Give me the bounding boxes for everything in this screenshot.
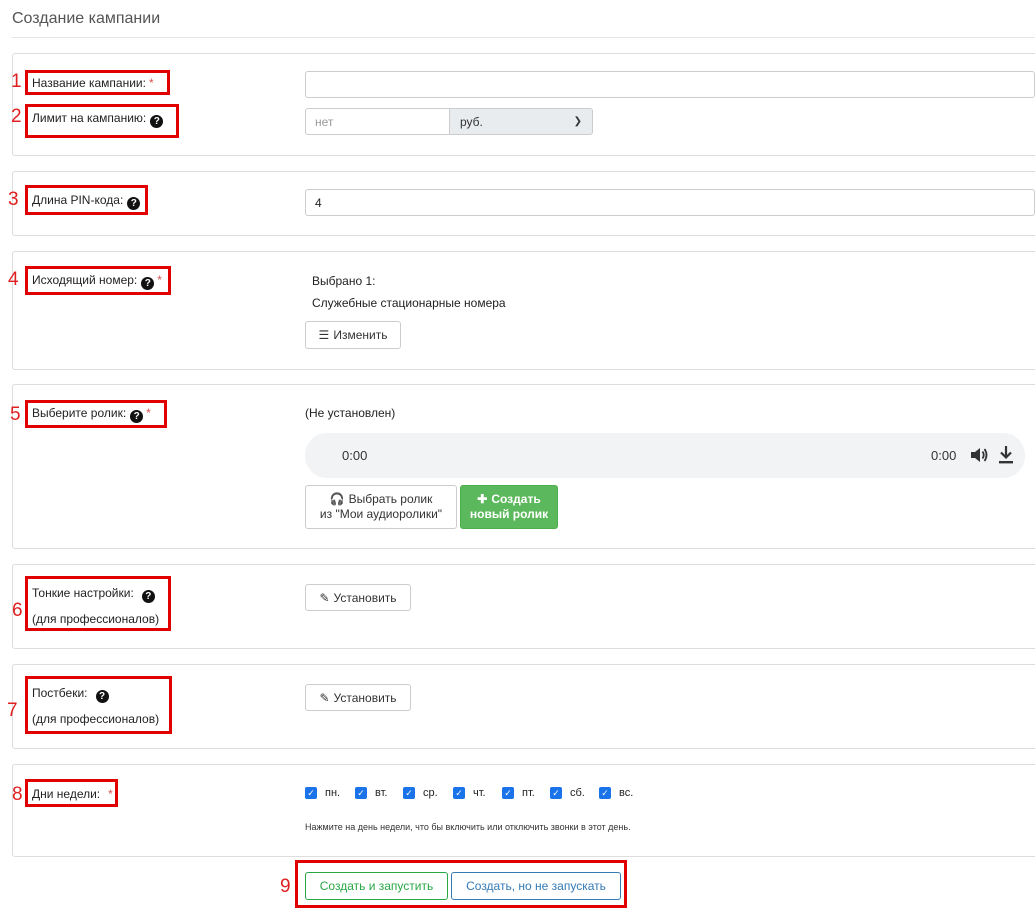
weekday-sun[interactable]: ✓ вс. bbox=[599, 787, 633, 799]
checkbox-checked-icon: ✓ bbox=[305, 787, 317, 799]
checkbox-checked-icon: ✓ bbox=[403, 787, 415, 799]
postbacks-sublabel: (для профессионалов) bbox=[32, 712, 160, 726]
outgoing-number-label: Исходящий номер:? * bbox=[32, 273, 162, 290]
pin-length-input[interactable]: 4 bbox=[305, 189, 1035, 216]
change-number-button[interactable]: ☰ Изменить bbox=[305, 321, 401, 349]
checkbox-checked-icon: ✓ bbox=[453, 787, 465, 799]
question-circle-icon[interactable]: ? bbox=[130, 410, 144, 423]
question-circle-icon[interactable]: ? bbox=[127, 197, 141, 210]
title-divider bbox=[12, 37, 1035, 38]
currency-select[interactable]: руб. ❯ bbox=[449, 108, 593, 135]
create-audio-button[interactable]: ✚ Создать новый ролик bbox=[460, 485, 558, 529]
weekday-tue[interactable]: ✓ вт. bbox=[355, 787, 387, 799]
weekday-mon[interactable]: ✓ пн. bbox=[305, 787, 340, 799]
weekday-fri[interactable]: ✓ пт. bbox=[502, 787, 535, 799]
checkbox-checked-icon: ✓ bbox=[355, 787, 367, 799]
marker-9: 9 bbox=[280, 876, 291, 897]
volume-icon[interactable] bbox=[969, 446, 989, 464]
audio-current-time: 0:00 bbox=[342, 448, 368, 463]
fine-settings-label: Тонкие настройки:? bbox=[32, 586, 155, 603]
campaign-limit-input[interactable]: нет bbox=[305, 108, 450, 135]
choose-audio-button[interactable]: 🎧 Выбрать ролик из "Мои аудиоролики" bbox=[305, 485, 457, 529]
marker-7: 7 bbox=[7, 700, 18, 721]
marker-3: 3 bbox=[8, 189, 19, 210]
chevron-down-icon: ❯ bbox=[573, 116, 582, 127]
headphones-icon: 🎧 bbox=[329, 492, 345, 506]
fine-settings-button[interactable]: ✎ Установить bbox=[305, 584, 411, 611]
audio-player[interactable]: 0:00 0:00 bbox=[305, 433, 1025, 478]
selected-number: Служебные стационарные номера bbox=[312, 296, 506, 310]
create-no-start-button[interactable]: Создать, но не запускать bbox=[451, 872, 621, 900]
pencil-icon: ✎ bbox=[319, 690, 330, 705]
page-title: Создание кампании bbox=[12, 10, 161, 27]
currency-value: руб. bbox=[460, 114, 483, 129]
marker-8: 8 bbox=[12, 784, 23, 805]
audio-duration: 0:00 bbox=[931, 448, 957, 463]
question-circle-icon[interactable]: ? bbox=[141, 277, 155, 290]
question-circle-icon[interactable]: ? bbox=[95, 690, 109, 703]
checkbox-checked-icon: ✓ bbox=[550, 787, 562, 799]
marker-5: 5 bbox=[10, 404, 21, 425]
weekday-wed[interactable]: ✓ ср. bbox=[403, 787, 438, 799]
postbacks-button[interactable]: ✎ Установить bbox=[305, 684, 411, 711]
pin-length-label: Длина PIN-кода:? bbox=[32, 193, 141, 210]
checkbox-checked-icon: ✓ bbox=[599, 787, 611, 799]
question-circle-icon[interactable]: ? bbox=[141, 590, 155, 603]
postbacks-label: Постбеки:? bbox=[32, 686, 109, 703]
audio-status: (Не установлен) bbox=[305, 406, 396, 420]
marker-4: 4 bbox=[8, 269, 19, 290]
campaign-name-input[interactable] bbox=[305, 71, 1035, 98]
pencil-icon: ✎ bbox=[319, 590, 330, 605]
weekdays-label: Дни недели: * bbox=[32, 787, 113, 801]
download-icon[interactable] bbox=[998, 445, 1014, 465]
weekday-sat[interactable]: ✓ сб. bbox=[550, 787, 585, 799]
campaign-limit-label: Лимит на кампанию:? bbox=[32, 111, 164, 128]
list-icon: ☰ bbox=[318, 328, 330, 342]
weekdays-hint: Нажмите на день недели, что бы включить … bbox=[305, 822, 631, 832]
panel-weekdays bbox=[12, 764, 1035, 857]
create-and-start-button[interactable]: Создать и запустить bbox=[305, 872, 448, 900]
marker-2: 2 bbox=[11, 106, 22, 127]
question-circle-icon[interactable]: ? bbox=[150, 115, 164, 128]
fine-settings-sublabel: (для профессионалов) bbox=[32, 612, 160, 626]
audio-clip-label: Выберите ролик:? * bbox=[32, 406, 151, 423]
plus-icon: ✚ bbox=[477, 492, 488, 506]
marker-1: 1 bbox=[11, 71, 22, 92]
required-marker: * bbox=[148, 76, 154, 90]
campaign-name-label: Название кампании: * bbox=[32, 76, 154, 90]
marker-6: 6 bbox=[12, 600, 23, 621]
weekday-thu[interactable]: ✓ чт. bbox=[453, 787, 486, 799]
selected-count: Выбрано 1: bbox=[312, 274, 376, 288]
checkbox-checked-icon: ✓ bbox=[502, 787, 514, 799]
